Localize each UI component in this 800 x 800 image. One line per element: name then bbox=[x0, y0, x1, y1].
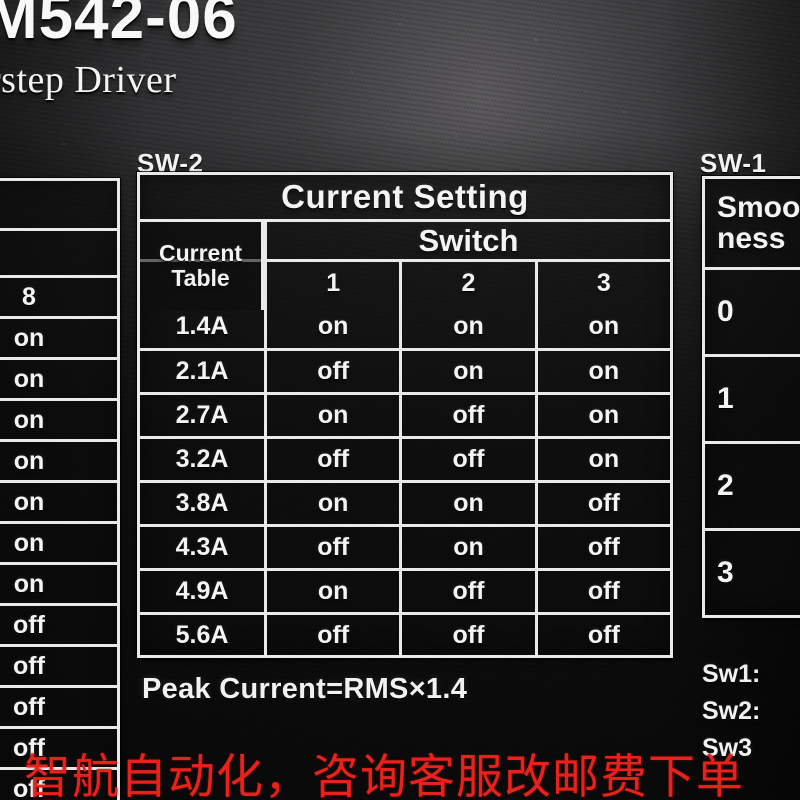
smoothness-value: 3 bbox=[717, 556, 734, 589]
switch-2-state: on bbox=[399, 527, 534, 568]
switch-3-state: on bbox=[534, 351, 670, 392]
table-row: 2 bbox=[705, 441, 800, 528]
current-value: 5.6A bbox=[175, 621, 229, 649]
smoothness-table: Smoo ness 0 1 2 3 bbox=[702, 176, 800, 618]
table-row: 3.8A on on off bbox=[140, 480, 670, 524]
driver-label-photo: M542-06 rstep Driver SW-2 8 on on on on … bbox=[0, 0, 800, 800]
page-title-model: M542-06 bbox=[0, 0, 238, 52]
current-value: 3.2A bbox=[175, 445, 229, 473]
switch-1-state: on bbox=[264, 304, 399, 348]
page-subtitle: rstep Driver bbox=[0, 59, 177, 101]
left-cell: off bbox=[13, 651, 45, 680]
current-table-header-line1: Current bbox=[158, 239, 243, 266]
table-row: 8 bbox=[0, 275, 117, 316]
table-row: 2.7A on off on bbox=[140, 392, 670, 436]
sw1-section-label: SW-1 bbox=[700, 148, 767, 178]
switch-1-state: on bbox=[264, 571, 399, 612]
switch-2-state: on bbox=[399, 483, 534, 524]
smoothness-header-line2: ness bbox=[717, 222, 786, 255]
current-table-header-line2: Table bbox=[171, 265, 230, 291]
current-value: 4.9A bbox=[175, 577, 229, 605]
table-row: on bbox=[0, 398, 117, 439]
switch-3-state: off bbox=[534, 483, 670, 524]
table-row: off bbox=[0, 603, 117, 644]
switch-1-state: on bbox=[264, 483, 399, 524]
switch-3-state: on bbox=[534, 395, 670, 436]
switch-column-header-1: 1 bbox=[264, 262, 399, 304]
table-row: 0 bbox=[705, 267, 800, 354]
left-cell: on bbox=[13, 446, 45, 475]
smoothness-value: 1 bbox=[717, 382, 734, 415]
current-value: 2.7A bbox=[175, 401, 229, 429]
current-value: 2.1A bbox=[175, 357, 229, 385]
table-row: 1.4A on on on bbox=[140, 304, 670, 348]
table-row: on bbox=[0, 521, 117, 562]
switch-2-state: off bbox=[399, 615, 534, 656]
switch-2-state: off bbox=[399, 439, 534, 480]
switch-column-header-3: 3 bbox=[534, 262, 670, 304]
switch-1-state: off bbox=[264, 439, 399, 480]
switch-column-header-2: 2 bbox=[399, 262, 534, 304]
smoothness-header-line1: Smoo bbox=[717, 190, 800, 224]
table-row: 1 bbox=[705, 354, 800, 441]
table-row: on bbox=[0, 562, 117, 603]
left-clipped-table: 8 on on on on on on on off off off off o… bbox=[0, 178, 120, 800]
table-title-row: Current Setting bbox=[140, 175, 670, 219]
peak-current-note: Peak Current=RMS×1.4 bbox=[142, 673, 468, 705]
switch-legend-note-1: Sw1: bbox=[702, 660, 761, 688]
table-row: on bbox=[0, 480, 117, 521]
table-row: 5.6A off off off bbox=[140, 612, 670, 656]
left-cell: 8 bbox=[22, 282, 36, 311]
switch-1-state: on bbox=[264, 395, 399, 436]
switch-1-state: off bbox=[264, 615, 399, 656]
table-row: 3 bbox=[705, 528, 800, 615]
switch-legend-note-2: Sw2: bbox=[702, 697, 761, 725]
left-cell: on bbox=[13, 364, 45, 393]
seller-watermark-text: 智航自动化，咨询客服改邮费下单 bbox=[24, 750, 744, 800]
current-value: 1.4A bbox=[175, 311, 229, 340]
left-cell: off bbox=[13, 610, 45, 639]
left-cell: on bbox=[13, 323, 45, 352]
smoothness-value: 2 bbox=[717, 469, 734, 502]
switch-2-state: off bbox=[399, 571, 534, 612]
current-table-row-header: Current Table bbox=[140, 222, 264, 310]
left-cell: on bbox=[13, 528, 45, 557]
table-row: 2.1A off on on bbox=[140, 348, 670, 392]
left-cell: on bbox=[13, 569, 45, 598]
switch-1-state: off bbox=[264, 351, 399, 392]
smoothness-value: 0 bbox=[717, 295, 734, 328]
table-row: off bbox=[0, 685, 117, 726]
current-setting-table: Current Setting Switch 1 2 3 Current Tab… bbox=[137, 172, 673, 658]
switch-2-state: off bbox=[399, 395, 534, 436]
table-row: 4.9A on off off bbox=[140, 568, 670, 612]
switch-3-state: on bbox=[534, 304, 670, 348]
switch-3-state: on bbox=[534, 439, 670, 480]
table-row bbox=[0, 228, 117, 275]
switch-3-state: off bbox=[534, 571, 670, 612]
left-header-cell-1 bbox=[0, 181, 117, 228]
switch-group-header: Switch bbox=[264, 222, 670, 259]
left-cell: off bbox=[13, 692, 45, 721]
smoothness-header: Smoo ness bbox=[705, 179, 800, 267]
table-row: on bbox=[0, 357, 117, 398]
current-value: 3.8A bbox=[175, 489, 229, 517]
table-row: off bbox=[0, 644, 117, 685]
current-value: 4.3A bbox=[175, 533, 229, 561]
current-setting-title: Current Setting bbox=[281, 178, 529, 215]
left-cell: on bbox=[13, 487, 45, 516]
table-row: on bbox=[0, 439, 117, 480]
switch-3-state: off bbox=[534, 615, 670, 656]
table-row bbox=[0, 181, 117, 228]
table-header-row: Smoo ness bbox=[705, 179, 800, 267]
left-header-cell-2 bbox=[0, 231, 117, 275]
switch-3-state: off bbox=[534, 527, 670, 568]
switch-2-state: on bbox=[399, 351, 534, 392]
table-row: 3.2A off off on bbox=[140, 436, 670, 480]
switch-1-state: off bbox=[264, 527, 399, 568]
table-row: 4.3A off on off bbox=[140, 524, 670, 568]
left-cell: on bbox=[13, 405, 45, 434]
table-row: on bbox=[0, 316, 117, 357]
switch-2-state: on bbox=[399, 304, 534, 348]
